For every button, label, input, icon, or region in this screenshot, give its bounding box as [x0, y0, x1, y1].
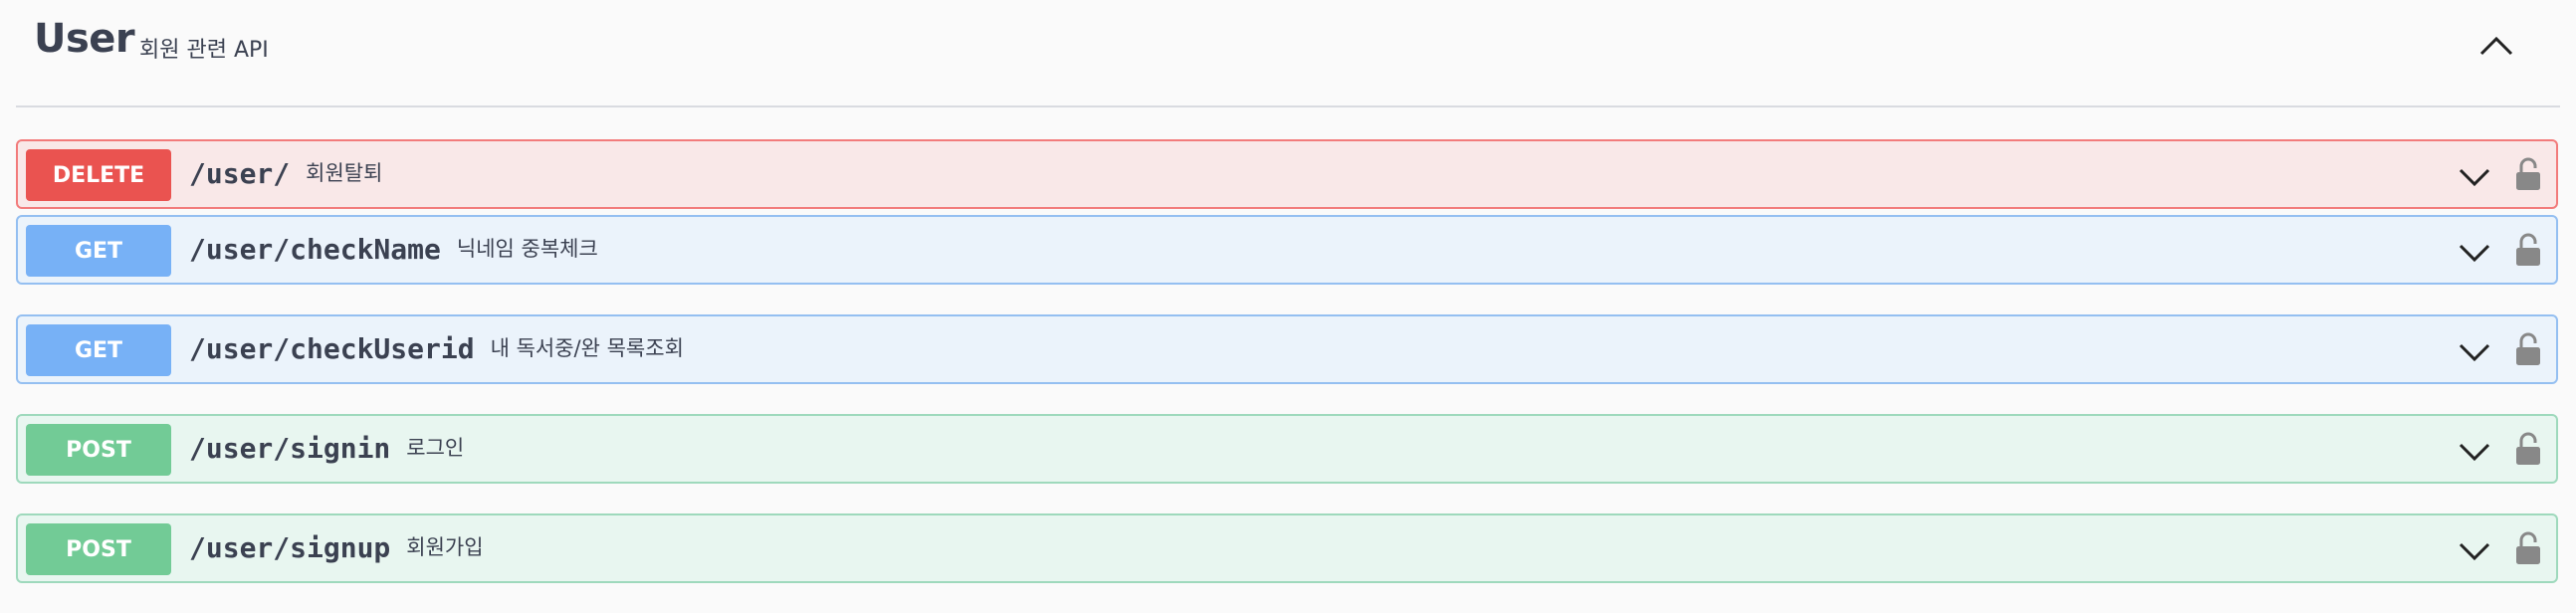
- method-badge: POST: [26, 523, 171, 575]
- operation-path-line: /user/checkName 닉네임 중복체크: [189, 233, 598, 266]
- authorize-button[interactable]: [2510, 326, 2546, 372]
- authorize-button[interactable]: [2510, 227, 2546, 273]
- operation-summary: 로그인: [406, 436, 465, 460]
- method-badge: DELETE: [26, 149, 171, 201]
- operation-path: /user/checkName: [189, 233, 441, 266]
- method-badge: GET: [26, 225, 171, 277]
- operation-path-line: /user/회원탈퇴: [189, 157, 382, 190]
- opblock-get-checkname[interactable]: GET /user/checkName 닉네임 중복체크: [16, 215, 2558, 285]
- operation-summary: 닉네임 중복체크: [456, 237, 598, 261]
- operation-path-line: /user/checkUserid 내 독서중/완 목록조회: [189, 332, 684, 365]
- operation-path: /user/checkUserid: [189, 332, 475, 365]
- unlocked-icon: [2516, 432, 2540, 465]
- opblock-get-checkuserid[interactable]: GET /user/checkUserid 내 독서중/완 목록조회: [16, 314, 2558, 384]
- tag-description: 회원 관련 API: [139, 38, 269, 63]
- unlocked-icon: [2516, 531, 2540, 564]
- chevron-down-icon: [2459, 542, 2490, 561]
- operation-summary: 회원가입: [406, 535, 484, 559]
- collapse-button[interactable]: [2472, 22, 2520, 70]
- operation-path: /user/: [189, 157, 291, 190]
- operation-path: /user/signup: [189, 531, 391, 564]
- unlocked-icon: [2516, 157, 2540, 190]
- operation-path-line: /user/signin 로그인: [189, 432, 464, 465]
- chevron-up-icon: [2479, 36, 2513, 56]
- chevron-down-icon: [2459, 443, 2490, 462]
- operation-summary: 내 독서중/완 목록조회: [490, 336, 684, 360]
- operation-summary: 회원탈퇴: [306, 161, 383, 185]
- opblock-post-signup[interactable]: POST /user/signup 회원가입: [16, 513, 2558, 583]
- method-badge: GET: [26, 324, 171, 376]
- expand-button[interactable]: [2453, 330, 2496, 374]
- authorize-button[interactable]: [2510, 426, 2546, 472]
- chevron-down-icon: [2459, 168, 2490, 187]
- chevron-down-icon: [2459, 343, 2490, 362]
- operation-path: /user/signin: [189, 432, 391, 465]
- method-badge: POST: [26, 424, 171, 476]
- expand-button[interactable]: [2453, 231, 2496, 275]
- unlocked-icon: [2516, 233, 2540, 266]
- expand-button[interactable]: [2453, 155, 2496, 199]
- tag-title: User: [34, 16, 135, 62]
- unlocked-icon: [2516, 332, 2540, 365]
- tag-header[interactable]: User 회원 관련 API: [16, 0, 2560, 107]
- authorize-button[interactable]: [2510, 525, 2546, 571]
- opblock-delete-user[interactable]: DELETE /user/회원탈퇴: [16, 139, 2558, 209]
- chevron-down-icon: [2459, 244, 2490, 263]
- operation-path-line: /user/signup 회원가입: [189, 531, 484, 564]
- opblock-post-signin[interactable]: POST /user/signin 로그인: [16, 414, 2558, 484]
- authorize-button[interactable]: [2510, 151, 2546, 197]
- expand-button[interactable]: [2453, 430, 2496, 474]
- expand-button[interactable]: [2453, 529, 2496, 573]
